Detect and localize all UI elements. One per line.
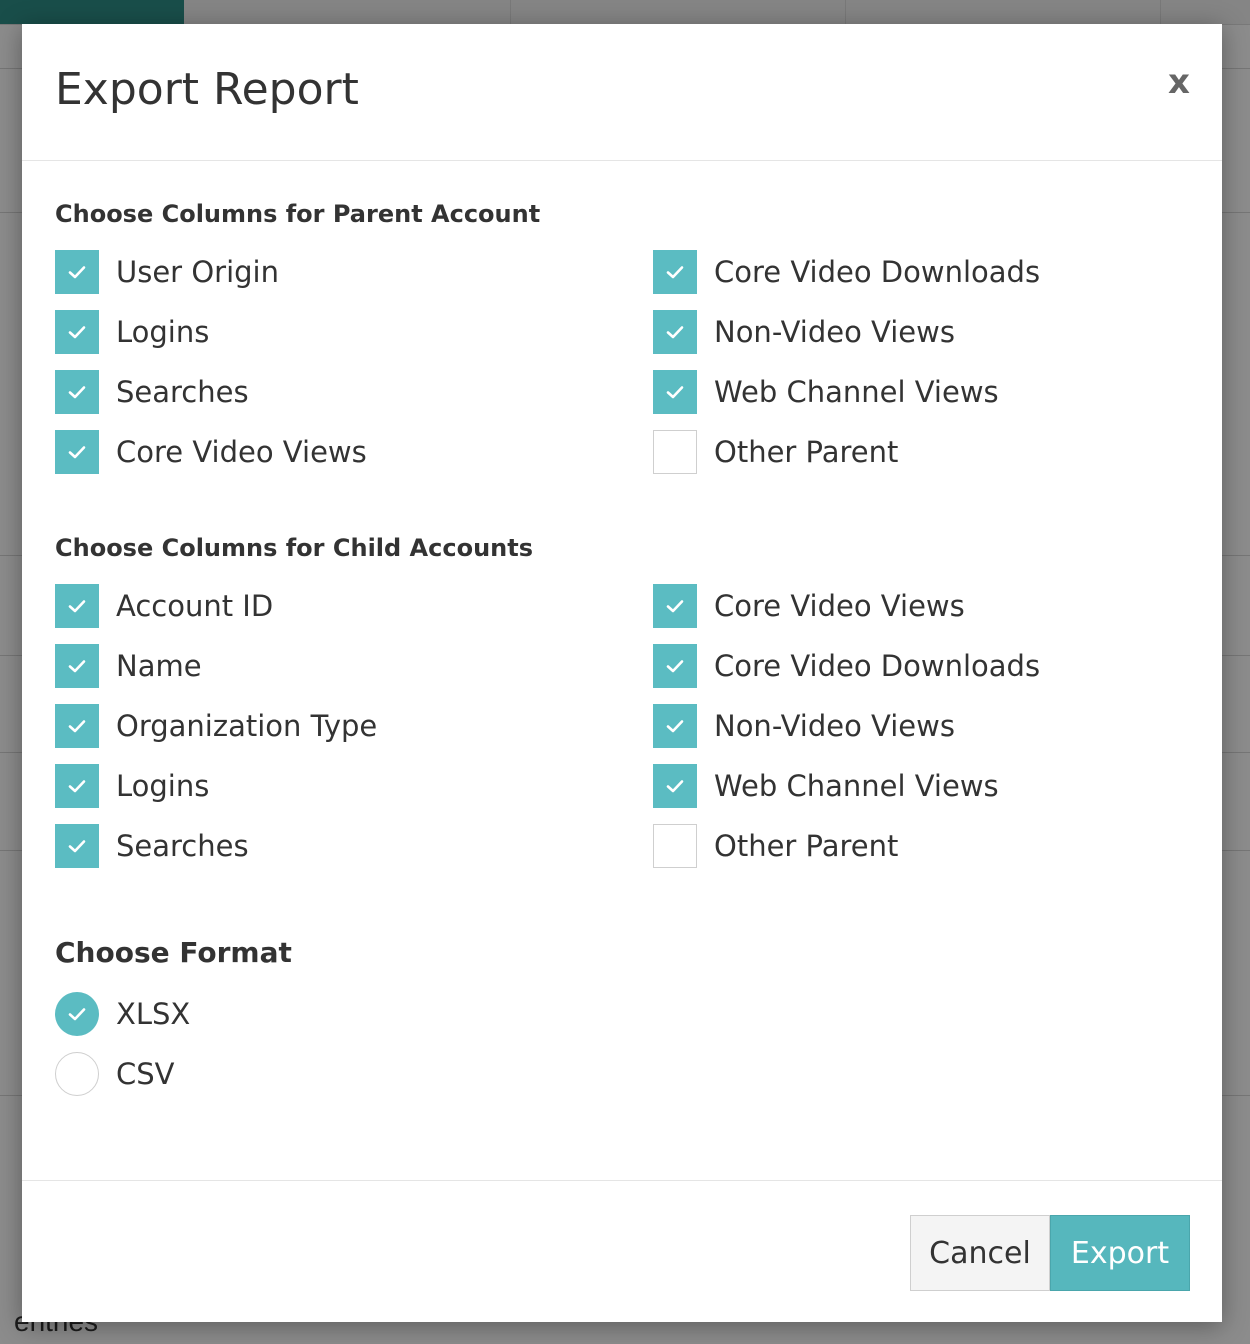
child-option[interactable]: Core Video Downloads — [653, 636, 1195, 696]
modal-title: Export Report — [55, 64, 359, 115]
check-icon — [68, 326, 86, 339]
check-icon — [68, 446, 86, 459]
parent-option[interactable]: Core Video Downloads — [653, 242, 1195, 302]
option-label: Other Parent — [714, 435, 899, 469]
check-icon — [666, 720, 684, 733]
check-icon — [68, 840, 86, 853]
checkbox-checked[interactable] — [653, 370, 697, 414]
child-option[interactable]: Web Channel Views — [653, 756, 1195, 816]
checkbox-checked[interactable] — [55, 430, 99, 474]
option-label: Logins — [116, 315, 210, 349]
check-icon — [68, 720, 86, 733]
checkbox-checked[interactable] — [55, 764, 99, 808]
child-option[interactable]: Organization Type — [55, 696, 653, 756]
checkbox-checked[interactable] — [653, 310, 697, 354]
format-label: XLSX — [116, 997, 191, 1031]
option-label: Web Channel Views — [714, 375, 999, 409]
checkbox-unchecked[interactable] — [653, 824, 697, 868]
check-icon — [666, 386, 684, 399]
parent-section-title: Choose Columns for Parent Account — [55, 200, 541, 228]
checkbox-checked[interactable] — [55, 310, 99, 354]
child-section-title: Choose Columns for Child Accounts — [55, 534, 533, 562]
parent-option[interactable]: Searches — [55, 362, 653, 422]
option-label: Core Video Views — [714, 589, 965, 623]
child-option[interactable]: Core Video Views — [653, 576, 1195, 636]
check-icon — [68, 1008, 86, 1021]
check-icon — [666, 660, 684, 673]
format-option[interactable]: CSV — [55, 1044, 655, 1104]
checkbox-checked[interactable] — [653, 644, 697, 688]
checkbox-unchecked[interactable] — [653, 430, 697, 474]
close-icon[interactable]: x — [1162, 62, 1196, 102]
format-section-title: Choose Format — [55, 936, 292, 969]
parent-option[interactable]: Web Channel Views — [653, 362, 1195, 422]
parent-option[interactable]: Other Parent — [653, 422, 1195, 482]
child-option[interactable]: Other Parent — [653, 816, 1195, 876]
checkbox-checked[interactable] — [653, 584, 697, 628]
check-icon — [68, 386, 86, 399]
child-option[interactable]: Logins — [55, 756, 653, 816]
parent-option[interactable]: Core Video Views — [55, 422, 653, 482]
option-label: Non-Video Views — [714, 709, 955, 743]
check-icon — [666, 780, 684, 793]
radio-selected[interactable] — [55, 992, 99, 1036]
option-label: Account ID — [116, 589, 274, 623]
option-label: Other Parent — [714, 829, 899, 863]
option-label: Searches — [116, 375, 249, 409]
child-option[interactable]: Searches — [55, 816, 653, 876]
checkbox-checked[interactable] — [55, 704, 99, 748]
modal-footer: Cancel Export — [22, 1180, 1222, 1323]
export-report-modal: Export Report x Choose Columns for Paren… — [22, 24, 1222, 1322]
format-label: CSV — [116, 1057, 175, 1091]
check-icon — [666, 326, 684, 339]
export-button[interactable]: Export — [1050, 1215, 1190, 1291]
parent-option[interactable]: User Origin — [55, 242, 653, 302]
format-option[interactable]: XLSX — [55, 984, 655, 1044]
option-label: Organization Type — [116, 709, 378, 743]
parent-option[interactable]: Logins — [55, 302, 653, 362]
check-icon — [68, 780, 86, 793]
option-label: Web Channel Views — [714, 769, 999, 803]
option-label: Logins — [116, 769, 210, 803]
checkbox-checked[interactable] — [55, 584, 99, 628]
radio-unselected[interactable] — [55, 1052, 99, 1096]
parent-option[interactable]: Non-Video Views — [653, 302, 1195, 362]
child-option[interactable]: Account ID — [55, 576, 653, 636]
option-label: Core Video Views — [116, 435, 367, 469]
check-icon — [68, 660, 86, 673]
child-option[interactable]: Name — [55, 636, 653, 696]
checkbox-checked[interactable] — [653, 764, 697, 808]
parent-columns-grid: User Origin Logins Searches Core Video View… — [55, 242, 1195, 482]
modal-header: Export Report x — [22, 24, 1222, 161]
check-icon — [68, 600, 86, 613]
option-label: User Origin — [116, 255, 279, 289]
check-icon — [68, 266, 86, 279]
option-label: Non-Video Views — [714, 315, 955, 349]
check-icon — [666, 600, 684, 613]
check-icon — [666, 266, 684, 279]
checkbox-checked[interactable] — [55, 824, 99, 868]
child-columns-grid: Account ID Name Organization Type Logins Sea… — [55, 576, 1195, 876]
checkbox-checked[interactable] — [653, 250, 697, 294]
option-label: Core Video Downloads — [714, 649, 1041, 683]
option-label: Name — [116, 649, 202, 683]
checkbox-checked[interactable] — [653, 704, 697, 748]
checkbox-checked[interactable] — [55, 250, 99, 294]
option-label: Core Video Downloads — [714, 255, 1041, 289]
checkbox-checked[interactable] — [55, 370, 99, 414]
checkbox-checked[interactable] — [55, 644, 99, 688]
cancel-button[interactable]: Cancel — [910, 1215, 1050, 1291]
option-label: Searches — [116, 829, 249, 863]
format-options: XLSX CSV — [55, 984, 655, 1104]
child-option[interactable]: Non-Video Views — [653, 696, 1195, 756]
